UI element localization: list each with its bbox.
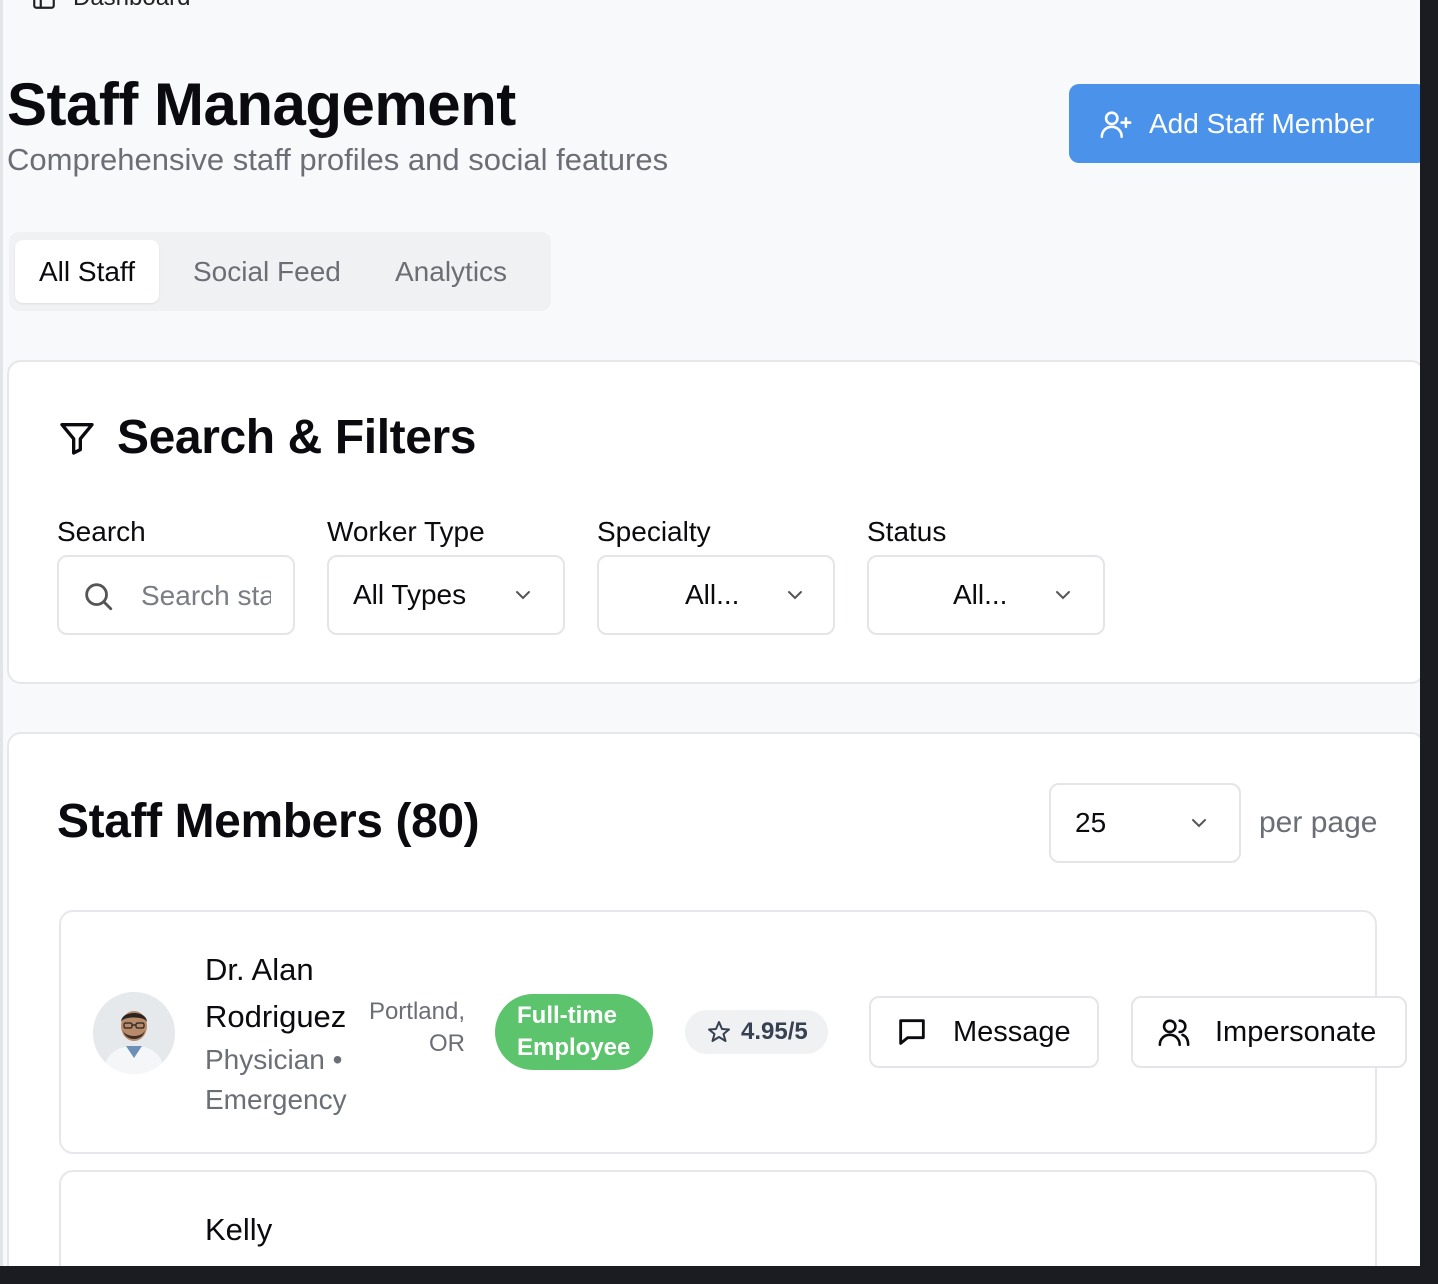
chevron-down-icon [788, 591, 802, 600]
chevron-down-icon [1056, 591, 1070, 600]
search-label: Search [57, 516, 146, 547]
breadcrumb-label: Dashboard [73, 0, 190, 12]
filter-icon [60, 422, 94, 455]
worker-type-select[interactable]: All Types [327, 555, 565, 635]
status-label: Status [867, 516, 947, 547]
worker-type-label: Worker Type [327, 516, 485, 547]
staff-members-title: Staff Members (80) [57, 795, 480, 848]
per-page-select[interactable]: 25 [1049, 783, 1241, 863]
specialty-select[interactable]: All... [597, 555, 835, 635]
chevron-down-icon [1192, 819, 1206, 828]
message-button[interactable]: Message [869, 996, 1099, 1068]
staff-members-card: Staff Members (80) 25 per page Dr. Alan … [7, 732, 1420, 1266]
staff-row[interactable]: Dr. Alan Rodriguez Physician • Emergency… [59, 910, 1407, 1154]
tab-list: All Staff Social Feed Analytics [9, 232, 551, 311]
page-title: Staff Management [7, 71, 516, 138]
per-page-value: 25 [1075, 807, 1107, 838]
search-icon [85, 583, 113, 611]
filters-title: Search & Filters [117, 411, 477, 464]
staff-name-line2: J... [205, 1253, 246, 1266]
per-page-label: per page [1259, 806, 1378, 839]
message-label: Message [953, 1015, 1071, 1048]
rating-badge: 4.95/5 [685, 1010, 828, 1054]
worker-type-value: All Types [353, 579, 467, 610]
specialty-label: Specialty [597, 516, 711, 547]
star-icon [708, 1021, 730, 1042]
page-subtitle: Comprehensive staff profiles and social … [7, 142, 669, 177]
tab-analytics[interactable]: Analytics [371, 240, 531, 303]
impersonate-label: Impersonate [1215, 1015, 1377, 1048]
staff-name-line1: Dr. Alan [205, 952, 314, 987]
breadcrumb[interactable]: Dashboard [31, 0, 190, 12]
staff-name-line1: Kelly [205, 1212, 273, 1247]
badge-line2: Employee [517, 1034, 631, 1061]
employment-badge: Full-time Employee [495, 994, 653, 1070]
dashboard-icon [33, 0, 55, 9]
users-icon [1158, 1019, 1190, 1047]
staff-location-line1: Portland, [368, 998, 465, 1025]
badge-line1: Full-time [517, 1002, 617, 1029]
add-staff-label: Add Staff Member [1149, 107, 1375, 139]
staff-role-line1: Physician • [205, 1044, 343, 1075]
staff-location: Portland, OR [357, 996, 465, 1060]
impersonate-button[interactable]: Impersonate [1131, 996, 1407, 1068]
staff-role-line2: Emergency [205, 1084, 347, 1115]
staff-row[interactable]: Kelly J... [59, 1170, 1377, 1266]
specialty-value: All... [685, 579, 740, 610]
staff-name-block: Dr. Alan Rodriguez Physician • Emergency [205, 946, 365, 1120]
search-field[interactable] [57, 555, 295, 635]
message-icon [899, 1019, 925, 1045]
staff-name-line2: Rodriguez [205, 999, 347, 1034]
filters-card: Search & Filters Search Worker Type All … [7, 360, 1420, 684]
tab-all-staff[interactable]: All Staff [15, 240, 159, 303]
user-plus-icon [1100, 110, 1132, 138]
search-input[interactable] [139, 575, 273, 617]
filters-header: Search & Filters [57, 410, 476, 465]
avatar [93, 992, 175, 1074]
chevron-down-icon [516, 591, 530, 600]
rating-value: 4.95/5 [741, 1018, 808, 1045]
staff-location-line2: OR [429, 1030, 465, 1057]
add-staff-button[interactable]: Add Staff Member [1069, 84, 1420, 163]
app-viewport: Dashboard Staff Management Comprehensive… [0, 0, 1420, 1266]
status-value: All... [953, 579, 1008, 610]
status-select[interactable]: All... [867, 555, 1105, 635]
tab-social-feed[interactable]: Social Feed [169, 240, 365, 303]
